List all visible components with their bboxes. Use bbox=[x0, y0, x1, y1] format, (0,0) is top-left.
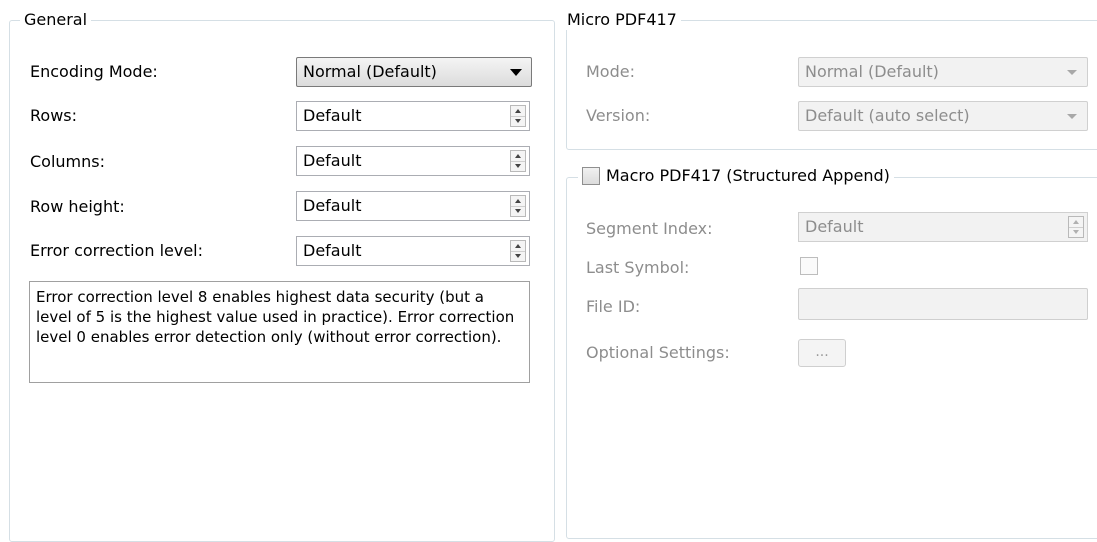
micro-version-value: Default (auto select) bbox=[805, 106, 970, 125]
macro-pdf417-header: Macro PDF417 (Structured Append) bbox=[578, 166, 894, 188]
chevron-down-icon bbox=[510, 69, 522, 76]
spin-down-icon[interactable] bbox=[511, 251, 525, 261]
rows-spinner[interactable]: Default bbox=[296, 101, 530, 131]
spin-down-icon[interactable] bbox=[511, 116, 525, 126]
last-symbol-checkbox[interactable] bbox=[800, 257, 818, 275]
spin-down-icon[interactable] bbox=[511, 161, 525, 171]
columns-spinner[interactable]: Default bbox=[296, 146, 530, 176]
columns-spin-buttons[interactable] bbox=[510, 150, 526, 172]
row-height-value: Default bbox=[303, 196, 362, 215]
rows-spin-buttons[interactable] bbox=[510, 105, 526, 127]
micro-version-label: Version: bbox=[586, 106, 651, 125]
row-height-spinner[interactable]: Default bbox=[296, 191, 530, 221]
error-correction-info: Error correction level 8 enables highest… bbox=[29, 281, 530, 383]
error-correction-label: Error correction level: bbox=[30, 241, 204, 260]
encoding-mode-label: Encoding Mode: bbox=[30, 62, 158, 81]
error-correction-value: Default bbox=[303, 241, 362, 260]
macro-pdf417-title: Macro PDF417 (Structured Append) bbox=[606, 166, 890, 185]
columns-value: Default bbox=[303, 151, 362, 170]
file-id-input[interactable] bbox=[798, 288, 1088, 320]
segment-index-label: Segment Index: bbox=[586, 219, 713, 238]
micro-mode-value: Normal (Default) bbox=[805, 62, 939, 81]
rows-label: Rows: bbox=[30, 106, 77, 125]
micro-mode-select[interactable]: Normal (Default) bbox=[798, 57, 1088, 87]
micro-mode-label: Mode: bbox=[586, 62, 635, 81]
error-correction-spinner[interactable]: Default bbox=[296, 236, 530, 266]
error-correction-spin-buttons[interactable] bbox=[510, 240, 526, 262]
encoding-mode-select[interactable]: Normal (Default) bbox=[296, 57, 532, 87]
spin-down-icon[interactable] bbox=[511, 206, 525, 216]
last-symbol-label: Last Symbol: bbox=[586, 258, 690, 277]
row-height-spin-buttons[interactable] bbox=[510, 195, 526, 217]
row-height-label: Row height: bbox=[30, 197, 125, 216]
spin-down-icon[interactable] bbox=[1069, 227, 1083, 237]
segment-index-value: Default bbox=[805, 217, 864, 236]
chevron-down-icon bbox=[1067, 114, 1077, 119]
file-id-label: File ID: bbox=[586, 297, 641, 316]
macro-pdf417-checkbox[interactable] bbox=[582, 167, 600, 185]
segment-index-spin-buttons[interactable] bbox=[1068, 216, 1084, 238]
optional-settings-button[interactable]: ... bbox=[798, 339, 846, 367]
segment-index-spinner[interactable]: Default bbox=[798, 212, 1088, 242]
rows-value: Default bbox=[303, 106, 362, 125]
optional-settings-label: Optional Settings: bbox=[586, 343, 730, 362]
micro-version-select[interactable]: Default (auto select) bbox=[798, 101, 1088, 131]
chevron-down-icon bbox=[1067, 70, 1077, 75]
encoding-mode-value: Normal (Default) bbox=[303, 62, 437, 81]
columns-label: Columns: bbox=[30, 152, 105, 171]
micro-pdf417-title: Micro PDF417 bbox=[563, 10, 681, 30]
general-group-title: General bbox=[20, 10, 92, 30]
